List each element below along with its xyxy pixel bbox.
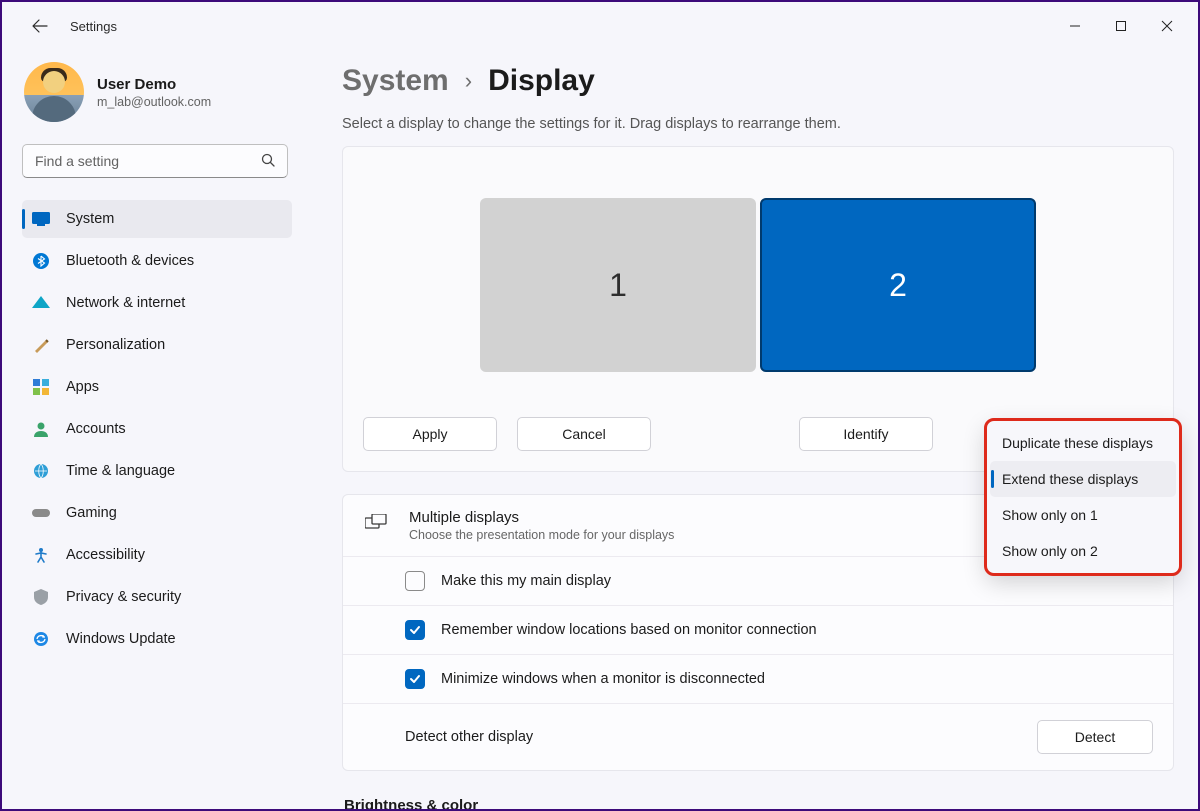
sidebar-item-bluetooth[interactable]: Bluetooth & devices [22,242,292,280]
content-area: System › Display Select a display to cha… [302,50,1198,809]
minimize-icon [1069,20,1081,32]
sidebar-item-accessibility[interactable]: Accessibility [22,536,292,574]
option-label: Make this my main display [441,573,611,589]
breadcrumb-current: Display [488,64,595,98]
detect-button[interactable]: Detect [1037,720,1153,754]
chevron-right-icon: › [465,68,472,94]
sidebar-item-accounts[interactable]: Accounts [22,410,292,448]
close-icon [1161,20,1173,32]
card-subtitle: Choose the presentation mode for your di… [409,528,674,542]
sidebar-item-time[interactable]: Time & language [22,452,292,490]
update-icon [32,630,50,648]
monitor-2[interactable]: 2 [760,198,1036,372]
sidebar-item-label: Bluetooth & devices [66,253,194,269]
system-icon [32,210,50,228]
option-minimize-disconnect[interactable]: Minimize windows when a monitor is disco… [343,655,1173,704]
monitor-1[interactable]: 1 [480,198,756,372]
apply-button[interactable]: Apply [363,417,497,451]
maximize-button[interactable] [1098,10,1144,42]
display-arrangement-area[interactable]: 1 2 [343,147,1173,403]
dropdown-extend[interactable]: Extend these displays [990,461,1176,497]
app-title: Settings [70,19,117,34]
close-button[interactable] [1144,10,1190,42]
network-icon [32,294,50,312]
back-arrow-icon [32,18,48,34]
sidebar-item-label: Apps [66,379,99,395]
option-label: Minimize windows when a monitor is disco… [441,671,765,687]
sidebar-item-update[interactable]: Windows Update [22,620,292,658]
sidebar-item-label: Windows Update [66,631,176,647]
sidebar-item-system[interactable]: System [22,200,292,238]
user-email: m_lab@outlook.com [97,95,211,109]
search-icon [261,153,276,173]
time-icon [32,462,50,480]
sidebar-item-apps[interactable]: Apps [22,368,292,406]
sidebar-item-label: System [66,211,114,227]
cancel-button[interactable]: Cancel [517,417,651,451]
checkbox-checked[interactable] [405,669,425,689]
multiple-displays-icon [365,514,387,537]
dropdown-only-1[interactable]: Show only on 1 [990,497,1176,533]
user-name: User Demo [97,76,211,93]
apps-icon [32,378,50,396]
sidebar: User Demo m_lab@outlook.com System Bluet… [2,50,302,809]
detect-other-row: Detect other display Detect [343,704,1173,770]
privacy-icon [32,588,50,606]
section-brightness-heading: Brightness & color [342,797,1174,809]
sidebar-item-personalization[interactable]: Personalization [22,326,292,364]
option-remember-locations[interactable]: Remember window locations based on monit… [343,606,1173,655]
sidebar-item-label: Network & internet [66,295,185,311]
personalization-icon [32,336,50,354]
card-title: Multiple displays [409,509,674,526]
checkbox-unchecked[interactable] [405,571,425,591]
accounts-icon [32,420,50,438]
sidebar-item-label: Time & language [66,463,175,479]
sidebar-item-label: Gaming [66,505,117,521]
sidebar-item-label: Accounts [66,421,126,437]
display-hint: Select a display to change the settings … [342,116,1174,132]
identify-button[interactable]: Identify [799,417,933,451]
option-label: Remember window locations based on monit… [441,622,817,638]
sidebar-item-gaming[interactable]: Gaming [22,494,292,532]
user-account-link[interactable]: User Demo m_lab@outlook.com [22,62,292,122]
sidebar-item-privacy[interactable]: Privacy & security [22,578,292,616]
dropdown-duplicate[interactable]: Duplicate these displays [990,425,1176,461]
dropdown-only-2[interactable]: Show only on 2 [990,533,1176,569]
avatar [24,62,84,122]
sidebar-item-network[interactable]: Network & internet [22,284,292,322]
checkbox-checked[interactable] [405,620,425,640]
bluetooth-icon [32,252,50,270]
breadcrumb: System › Display [342,64,1174,98]
minimize-button[interactable] [1052,10,1098,42]
maximize-icon [1115,20,1127,32]
gaming-icon [32,504,50,522]
accessibility-icon [32,546,50,564]
sidebar-item-label: Privacy & security [66,589,181,605]
display-mode-dropdown: Duplicate these displays Extend these di… [986,420,1180,574]
sidebar-item-label: Accessibility [66,547,145,563]
detect-other-label: Detect other display [405,729,533,745]
back-button[interactable] [24,10,56,42]
sidebar-item-label: Personalization [66,337,165,353]
search-input[interactable] [22,144,288,178]
breadcrumb-parent[interactable]: System [342,64,449,98]
